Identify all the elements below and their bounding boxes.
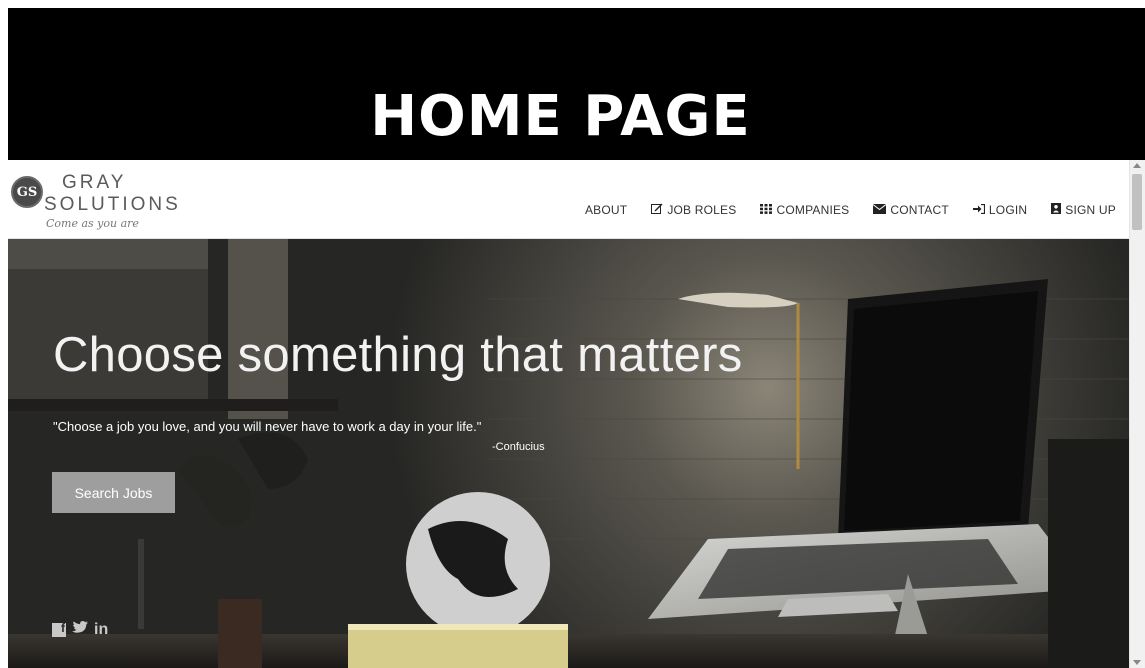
user-icon	[1051, 203, 1062, 217]
nav-login-label: LOGIN	[988, 203, 1028, 217]
scroll-up-icon[interactable]	[1133, 163, 1141, 168]
edit-icon	[651, 203, 663, 217]
main-nav: ABOUT JOB ROLES COMPANIES CONTACT LOGIN …	[585, 200, 1116, 220]
search-jobs-button[interactable]: Search Jobs	[52, 472, 175, 513]
social-links: f in	[52, 621, 108, 639]
logo-text-gray[interactable]: GRAY	[62, 172, 126, 194]
nav-sign-up[interactable]: SIGN UP	[1051, 203, 1116, 217]
hero-heading: Choose something that matters	[53, 328, 743, 382]
nav-companies-label: COMPANIES	[776, 203, 850, 217]
linkedin-icon[interactable]: in	[94, 621, 108, 639]
nav-job-roles[interactable]: JOB ROLES	[651, 203, 736, 217]
hero-quote: "Choose a job you love, and you will nev…	[53, 419, 482, 434]
nav-login[interactable]: LOGIN	[972, 203, 1028, 217]
slide-title: HOME PAGE	[370, 84, 751, 149]
browser-viewport: GS GRAY SOLUTIONS Come as you are ABOUT …	[8, 160, 1145, 668]
nav-about-label: ABOUT	[584, 203, 628, 217]
sign-in-icon	[972, 203, 986, 217]
scroll-down-icon[interactable]	[1133, 660, 1141, 665]
nav-about[interactable]: ABOUT	[585, 203, 627, 217]
nav-companies[interactable]: COMPANIES	[760, 203, 849, 217]
logo-monogram[interactable]: GS	[11, 176, 43, 208]
nav-contact[interactable]: CONTACT	[873, 203, 949, 217]
logo-text-solutions[interactable]: SOLUTIONS	[44, 194, 181, 216]
grid-icon	[760, 203, 773, 217]
nav-job-roles-label: JOB ROLES	[667, 203, 737, 217]
site-header: GS GRAY SOLUTIONS Come as you are ABOUT …	[8, 160, 1130, 239]
hero-section: Choose something that matters "Choose a …	[8, 239, 1130, 668]
logo-tagline: Come as you are	[46, 217, 139, 230]
slide-title-bar: HOME PAGE	[8, 8, 1145, 160]
scrollbar-thumb[interactable]	[1132, 174, 1142, 230]
facebook-icon[interactable]: f	[52, 621, 66, 637]
scrollbar[interactable]	[1129, 160, 1145, 668]
envelope-icon	[873, 203, 887, 217]
hero-quote-author: -Confucius	[492, 441, 545, 453]
twitter-icon[interactable]	[72, 621, 88, 639]
nav-contact-label: CONTACT	[890, 203, 949, 217]
hero-background-photo	[8, 239, 1130, 668]
nav-sign-up-label: SIGN UP	[1065, 203, 1116, 217]
